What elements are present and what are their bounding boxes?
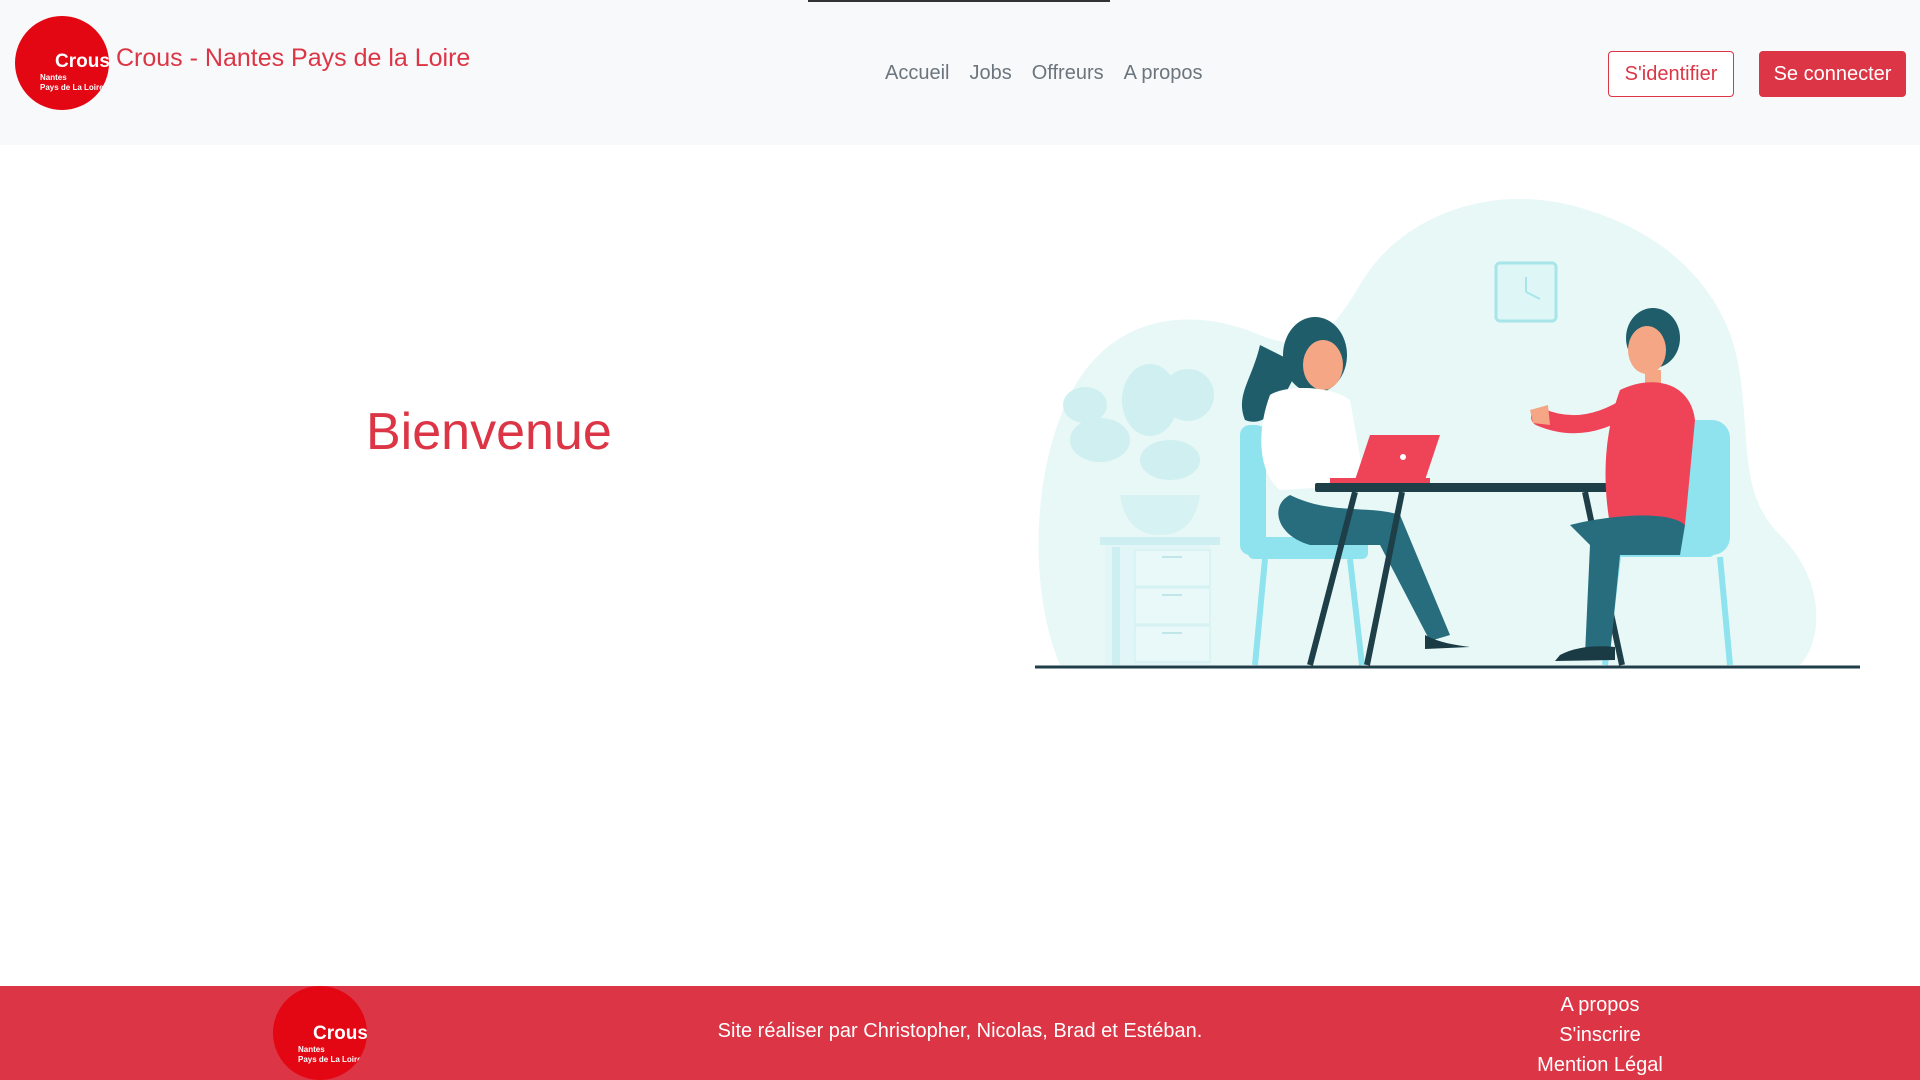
logo-line-2: Pays de La Loire bbox=[40, 83, 104, 92]
nav-link-a-propos[interactable]: A propos bbox=[1124, 62, 1203, 85]
brand-title[interactable]: Crous - Nantes Pays de la Loire bbox=[116, 44, 470, 73]
nav-link-accueil[interactable]: Accueil bbox=[885, 62, 949, 85]
footer-logo-line-1: Nantes bbox=[298, 1045, 325, 1054]
identify-button[interactable]: S'identifier bbox=[1608, 51, 1734, 97]
side-table-top bbox=[1100, 537, 1220, 545]
footer-logo-line-2: Pays de La Loire bbox=[298, 1055, 362, 1064]
logo-word: Crous bbox=[55, 51, 109, 72]
footer-link-mention-legal[interactable]: Mention Légal bbox=[1537, 1050, 1663, 1080]
footer-link-a-propos[interactable]: A propos bbox=[1561, 990, 1640, 1020]
welcome-heading: Bienvenue bbox=[366, 403, 612, 461]
footer: Crous Nantes Pays de La Loire Site réali… bbox=[0, 986, 1920, 1080]
nav-link-jobs[interactable]: Jobs bbox=[969, 62, 1011, 85]
footer-links: A propos S'inscrire Mention Légal bbox=[1500, 990, 1700, 1080]
laptop-icon bbox=[1355, 435, 1440, 480]
meeting-illustration bbox=[1035, 198, 1860, 669]
navbar: Crous Nantes Pays de La Loire Crous - Na… bbox=[0, 0, 1920, 145]
top-accent-bar bbox=[808, 0, 1110, 2]
nav-link-offreurs[interactable]: Offreurs bbox=[1032, 62, 1104, 85]
footer-link-inscrire[interactable]: S'inscrire bbox=[1559, 1020, 1641, 1050]
crous-logo[interactable]: Crous Nantes Pays de La Loire bbox=[15, 16, 109, 110]
table-top bbox=[1315, 483, 1615, 492]
connect-button[interactable]: Se connecter bbox=[1759, 51, 1906, 97]
logo-line-1: Nantes bbox=[40, 73, 67, 82]
main-nav: Accueil Jobs Offreurs A propos bbox=[885, 62, 1203, 85]
